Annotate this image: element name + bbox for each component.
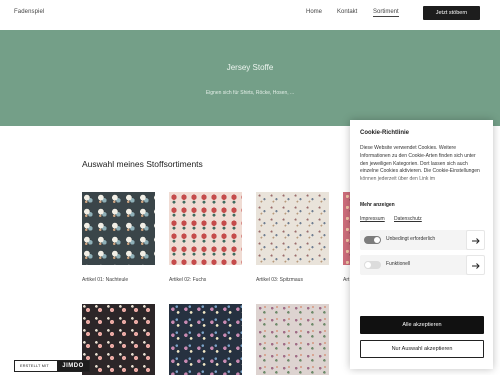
product-caption[interactable]: Artikel 03: Spitzmaus: [256, 277, 303, 283]
product-image[interactable]: [82, 304, 155, 375]
required-toggle[interactable]: [364, 236, 381, 244]
cookie-category-functional: Funktionell: [360, 255, 485, 275]
toggle-knob: [365, 262, 371, 268]
cookie-title: Cookie-Richtlinie: [360, 130, 410, 136]
arrow-right-icon: [472, 263, 480, 269]
site-brand[interactable]: Fadenspiel: [14, 9, 44, 15]
impressum-link[interactable]: Impressum: [360, 216, 385, 222]
show-more-link[interactable]: Mehr anzeigen: [360, 202, 395, 208]
cookie-dialog: Cookie-Richtlinie Diese Website verwende…: [350, 120, 493, 369]
hero-title: Jersey Stoffe: [226, 63, 274, 72]
product-image-nachteule[interactable]: [82, 192, 155, 265]
product-caption[interactable]: Art: [343, 277, 349, 283]
cta-button[interactable]: Jetzt stöbern: [423, 6, 480, 20]
functional-toggle[interactable]: [364, 261, 381, 269]
toggle-knob: [374, 237, 380, 243]
expand-required-button[interactable]: [466, 230, 485, 250]
expand-functional-button[interactable]: [466, 255, 485, 275]
hero-banner: Jersey Stoffe Eignen sich für Shirts, Rö…: [0, 30, 500, 126]
hero-subtitle: Eignen sich für Shirts, Röcke, Hosen, ..…: [205, 90, 295, 96]
badge-text: ERSTELLT MIT: [20, 364, 49, 368]
accept-all-button[interactable]: Alle akzeptieren: [360, 316, 484, 334]
product-caption[interactable]: Artikel 02: Fuchs: [169, 277, 206, 283]
nav-kontakt[interactable]: Kontakt: [337, 9, 357, 15]
cookie-category-required: Unbedingt erforderlich: [360, 230, 485, 250]
arrow-right-icon: [472, 238, 480, 244]
jimdo-logo: JIMDO: [57, 361, 89, 371]
category-label: Funktionell: [386, 261, 411, 267]
section-title: Auswahl meines Stoffsortiments: [82, 159, 203, 169]
category-label: Unbedingt erforderlich: [386, 236, 436, 242]
cookie-text-fade: [360, 175, 485, 190]
datenschutz-link[interactable]: Datenschutz: [394, 216, 422, 222]
product-image[interactable]: [256, 304, 329, 375]
product-image-spitzmaus[interactable]: [256, 192, 329, 265]
jimdo-badge[interactable]: ERSTELLT MIT JIMDO: [14, 360, 90, 372]
nav-home[interactable]: Home: [306, 9, 322, 15]
site-header: Fadenspiel Home Kontakt Sortiment Jetzt …: [0, 0, 500, 30]
product-image[interactable]: [169, 304, 242, 375]
nav-sortiment[interactable]: Sortiment: [373, 9, 399, 17]
product-image-fuchs[interactable]: [169, 192, 242, 265]
product-caption[interactable]: Artikel 01: Nachteule: [82, 277, 128, 283]
accept-selection-button[interactable]: Nur Auswahl akzeptieren: [360, 340, 484, 358]
